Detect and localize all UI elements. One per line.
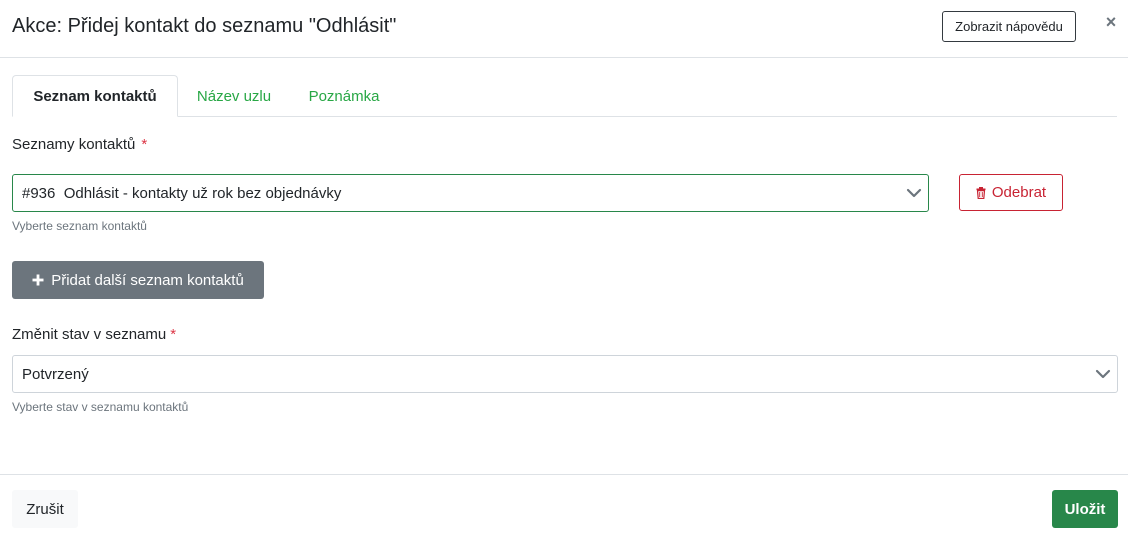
tab-contact-list[interactable]: Seznam kontaktů	[12, 75, 178, 117]
tab-node-name[interactable]: Název uzlu	[178, 75, 290, 117]
status-label-text: Změnit stav v seznamu	[12, 326, 167, 343]
status-label: Změnit stav v seznamu *	[12, 326, 176, 343]
add-contact-list-button[interactable]: Přidat další seznam kontaktů	[12, 261, 264, 299]
add-contact-list-label: Přidat další seznam kontaktů	[51, 271, 244, 289]
status-selected-value: Potvrzený	[22, 365, 89, 383]
contact-lists-label: Seznamy kontaktů *	[12, 136, 147, 153]
remove-list-button[interactable]: Odebrat	[959, 174, 1063, 211]
chevron-down-icon	[1095, 369, 1111, 379]
save-button[interactable]: Uložit	[1052, 490, 1118, 528]
plus-icon	[32, 274, 44, 286]
help-button[interactable]: Zobrazit nápovědu	[942, 11, 1076, 42]
tab-bar: Seznam kontaktů Název uzlu Poznámka	[12, 75, 1117, 117]
tab-note[interactable]: Poznámka	[294, 75, 394, 117]
chevron-down-icon	[906, 188, 922, 198]
modal-header: Akce: Přidej kontakt do seznamu "Odhlási…	[0, 0, 1128, 58]
remove-list-label: Odebrat	[991, 184, 1047, 201]
required-mark: *	[141, 136, 148, 153]
modal-footer	[0, 474, 1128, 542]
contact-list-select[interactable]: #936 Odhlásit - kontakty už rok bez obje…	[12, 174, 929, 212]
trash-icon	[976, 186, 986, 199]
modal-title: Akce: Přidej kontakt do seznamu "Odhlási…	[12, 15, 397, 37]
contact-list-hint: Vyberte seznam kontaktů	[12, 219, 147, 233]
contact-lists-label-text: Seznamy kontaktů	[12, 136, 136, 153]
status-select[interactable]: Potvrzený	[12, 355, 1118, 393]
required-mark: *	[170, 326, 177, 343]
status-hint: Vyberte stav v seznamu kontaktů	[12, 400, 189, 414]
close-icon[interactable]: ×	[1102, 11, 1120, 33]
cancel-button[interactable]: Zrušit	[12, 490, 78, 528]
contact-list-selected-value: #936 Odhlásit - kontakty už rok bez obje…	[22, 184, 342, 202]
